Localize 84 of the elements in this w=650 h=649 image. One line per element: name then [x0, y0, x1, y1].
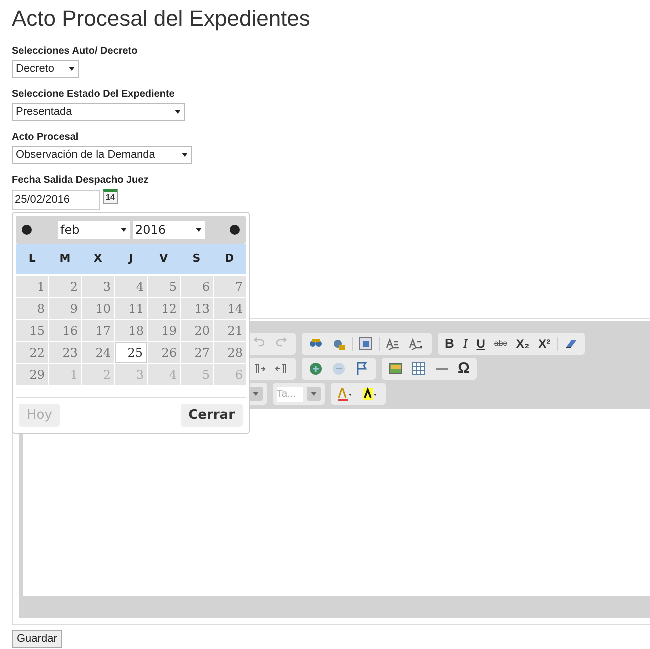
day-cell[interactable]: 6: [181, 276, 213, 297]
field-label: Selecciones Auto/ Decreto: [12, 46, 139, 58]
dropdown[interactable]: Observación de la Demanda: [12, 146, 192, 164]
day-cell[interactable]: 1: [49, 364, 81, 385]
day-cell[interactable]: 2: [82, 364, 114, 385]
dropdown-arrow-icon: [69, 67, 75, 71]
dropdown-arrow-icon: [120, 228, 126, 232]
weekday-label: J: [127, 250, 134, 267]
page-title: Acto Procesal del Expedientes: [12, 6, 312, 32]
day-cell[interactable]: 20: [181, 320, 213, 341]
day-cell[interactable]: 21: [214, 320, 246, 341]
toolbar-button[interactable]: Ω: [455, 361, 474, 377]
day-cell[interactable]: 17: [82, 320, 114, 341]
day-cell[interactable]: 4: [115, 276, 147, 297]
dropdown-arrow-icon: [196, 228, 202, 232]
day-cell[interactable]: 29: [16, 364, 48, 385]
day-cell[interactable]: 14: [214, 298, 246, 319]
day-cell[interactable]: 7: [214, 276, 246, 297]
day-cell[interactable]: 22: [16, 342, 48, 363]
day-cell[interactable]: 26: [148, 342, 180, 363]
day-cell[interactable]: 16: [49, 320, 81, 341]
day-cell[interactable]: 6: [214, 364, 246, 385]
select-all-icon[interactable]: [358, 336, 374, 352]
day-cell[interactable]: 4: [148, 364, 180, 385]
day-cell[interactable]: 13: [181, 298, 213, 319]
weekday-label: M: [58, 250, 72, 267]
day-cell[interactable]: 1: [16, 276, 48, 297]
spellcheck-menu-icon[interactable]: [408, 336, 426, 352]
day-cell[interactable]: 9: [49, 298, 81, 319]
day-cell[interactable]: 15: [16, 320, 48, 341]
date-input[interactable]: 25/02/2016: [12, 190, 100, 210]
save-button[interactable]: Guardar: [12, 630, 62, 648]
dropdown-button[interactable]: [249, 387, 263, 401]
day-cell[interactable]: 11: [115, 298, 147, 319]
weekday-label: V: [158, 250, 170, 267]
dropdown[interactable]: Presentada: [12, 103, 185, 121]
close-button[interactable]: Cerrar: [180, 404, 243, 427]
field-label: Acto Procesal: [12, 132, 80, 144]
link-icon[interactable]: [308, 361, 324, 377]
day-cell[interactable]: 23: [49, 342, 81, 363]
previous-month-icon[interactable]: [22, 225, 32, 235]
day-cell[interactable]: 8: [16, 298, 48, 319]
next-month-icon[interactable]: [230, 225, 240, 235]
day-cell[interactable]: 3: [115, 364, 147, 385]
day-cell[interactable]: 12: [148, 298, 180, 319]
toolbar-button[interactable]: abc: [491, 336, 510, 352]
style-combo[interactable]: Ta...: [277, 386, 303, 402]
day-cell[interactable]: 5: [148, 276, 180, 297]
unlink-icon[interactable]: [331, 361, 347, 377]
day-cell[interactable]: 19: [148, 320, 180, 341]
field-label: Fecha Salida Despacho Juez: [12, 175, 150, 187]
year-dropdown[interactable]: 2016: [132, 221, 204, 239]
dropdown-arrow-icon: [175, 110, 181, 114]
dropdown-arrow-icon: [253, 392, 259, 396]
text-color-icon[interactable]: [337, 386, 355, 402]
day-cell[interactable]: 24: [82, 342, 114, 363]
day-cell[interactable]: 28: [214, 342, 246, 363]
day-cell[interactable]: 5: [181, 364, 213, 385]
table-icon[interactable]: [411, 361, 427, 377]
image-icon[interactable]: [388, 361, 404, 377]
month-dropdown[interactable]: feb: [58, 221, 130, 239]
dropdown-arrow-icon: [311, 392, 317, 396]
weekday-label: X: [92, 250, 104, 267]
weekday-label: D: [224, 250, 236, 267]
day-cell[interactable]: 2: [49, 276, 81, 297]
toolbar-button[interactable]: X₂: [513, 336, 533, 352]
dropdown[interactable]: Decreto: [12, 60, 79, 78]
day-cell[interactable]: 18: [115, 320, 147, 341]
toolbar-button[interactable]: I: [460, 336, 471, 352]
spellcheck-icon[interactable]: [385, 336, 401, 352]
day-cell[interactable]: 25: [115, 342, 147, 363]
calendar-icon[interactable]: 14: [103, 189, 118, 204]
weekday-label: S: [192, 250, 202, 267]
highlight-color-icon[interactable]: [362, 386, 380, 402]
day-cell[interactable]: 3: [82, 276, 114, 297]
field-label: Seleccione Estado Del Expediente: [12, 89, 176, 101]
dropdown-arrow-icon: [182, 153, 188, 157]
dropdown-button[interactable]: [307, 387, 321, 401]
toolbar-button[interactable]: U: [474, 336, 488, 352]
day-cell[interactable]: 10: [82, 298, 114, 319]
toolbar-button[interactable]: B: [442, 336, 458, 352]
toolbar-button[interactable]: X²: [536, 336, 554, 352]
day-cell[interactable]: 27: [181, 342, 213, 363]
weekday-label: L: [28, 250, 37, 267]
